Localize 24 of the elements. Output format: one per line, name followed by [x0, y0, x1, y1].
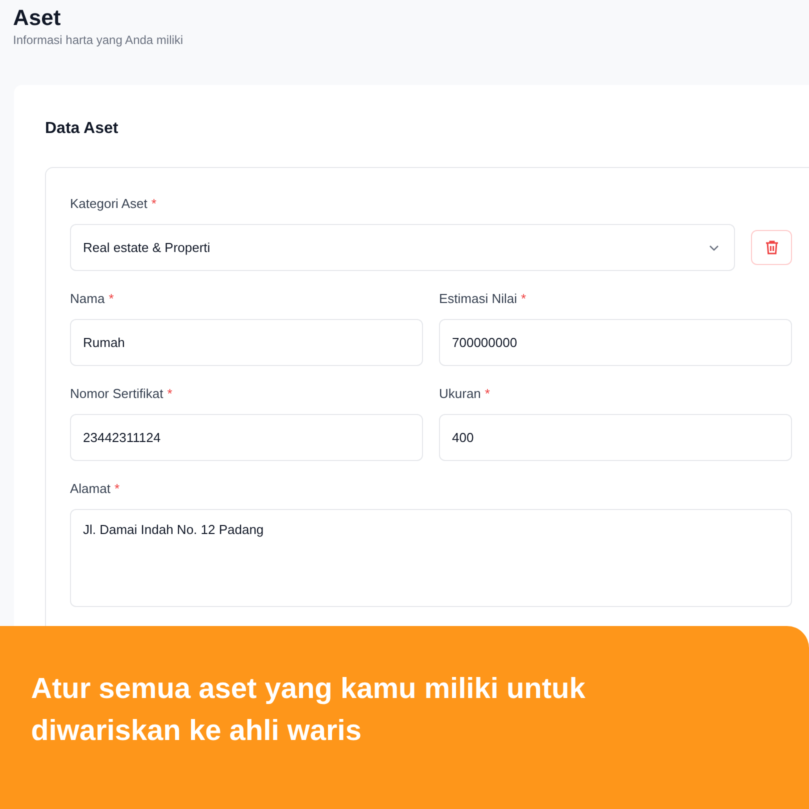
field-label: Alamat: [70, 480, 110, 498]
field-label: Nomor Sertifikat: [70, 385, 164, 404]
banner-text: Atur semua aset yang kamu miliki untuk diwariskan ke ahli waris: [31, 672, 586, 749]
field-label: Nama: [70, 290, 105, 308]
page-subtitle: Informasi harta yang Anda miliki: [13, 32, 184, 48]
field-label: Estimasi Nilai: [439, 290, 518, 308]
field-label: Kategori Aset: [70, 195, 148, 214]
field-label: Ukuran: [439, 385, 481, 404]
required-mark: *: [108, 290, 114, 308]
input-field[interactable]: 400: [439, 414, 792, 461]
input-field[interactable]: 700000000: [439, 319, 792, 366]
required-mark: *: [114, 480, 120, 498]
category-select[interactable]: Real estate & Properti: [70, 224, 735, 271]
input-field[interactable]: 23442311124: [70, 414, 423, 461]
address-field[interactable]: Jl. Damai Indah No. 12 Padang: [70, 509, 792, 607]
input-field[interactable]: Rumah: [70, 319, 423, 366]
required-mark: *: [484, 385, 490, 404]
page-title: Aset: [13, 4, 62, 32]
delete-button[interactable]: [751, 230, 792, 265]
required-mark: *: [167, 385, 172, 404]
section-title: Data Aset: [45, 119, 120, 139]
required-mark: *: [521, 290, 526, 308]
trash-icon: [764, 240, 778, 255]
required-mark: *: [151, 195, 156, 214]
